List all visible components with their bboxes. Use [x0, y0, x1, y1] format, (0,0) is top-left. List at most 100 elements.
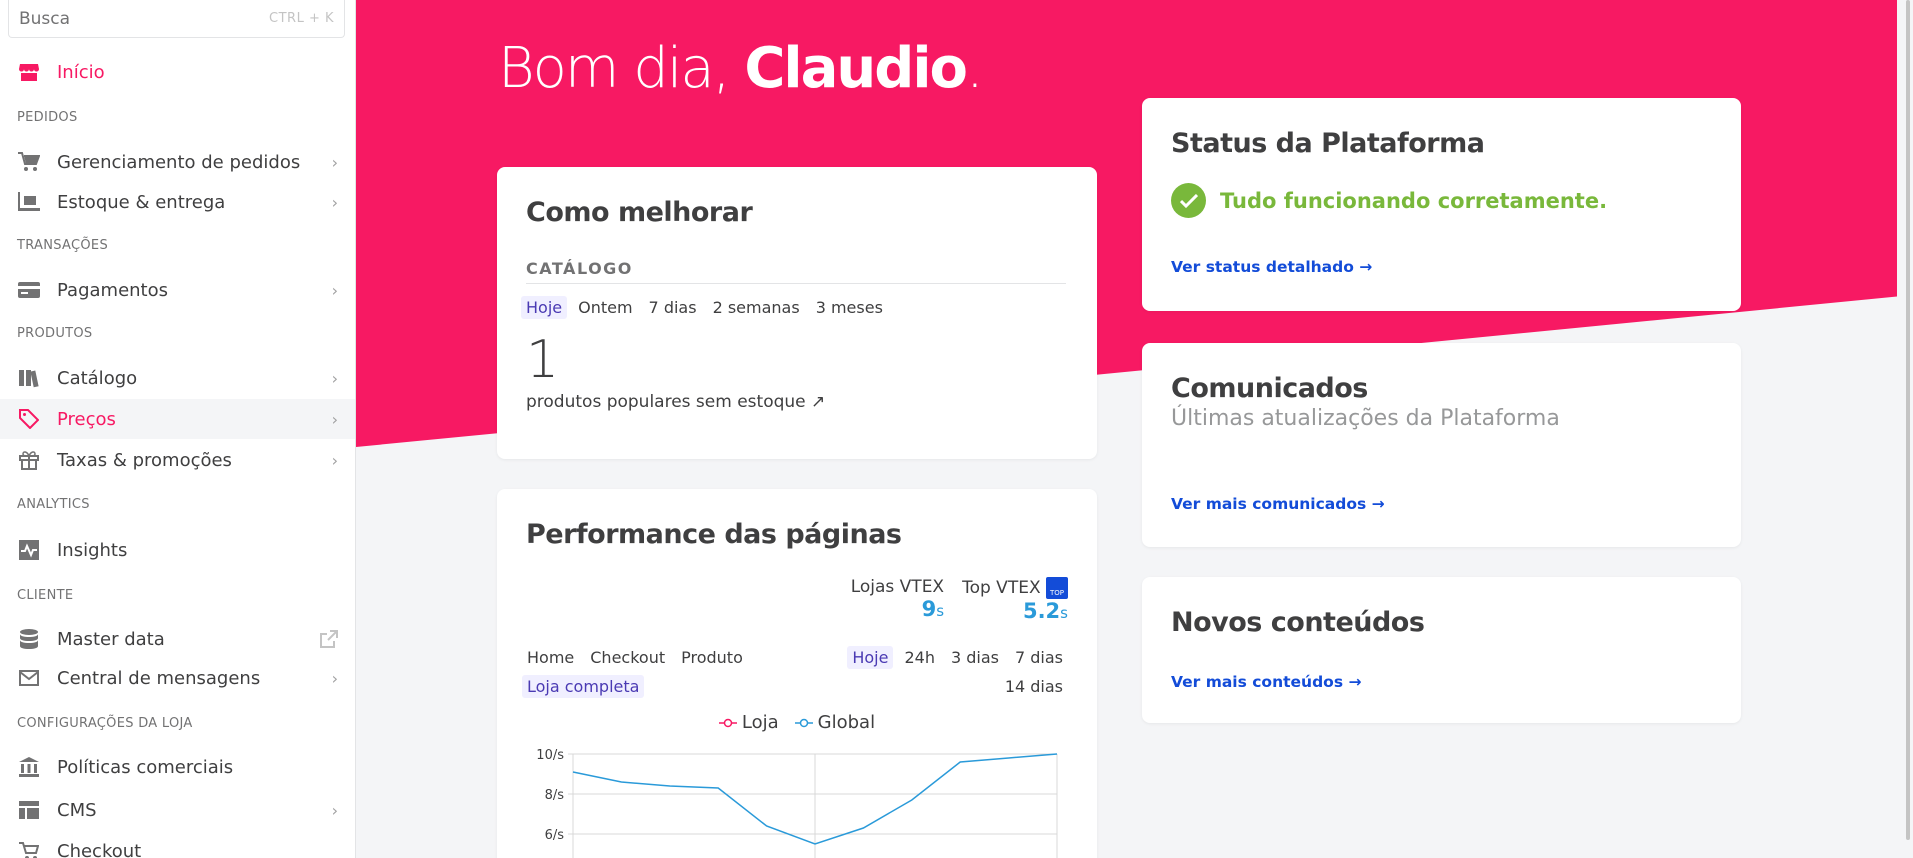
greeting: Bom dia, Claudio. — [498, 36, 984, 101]
bank-icon — [17, 755, 41, 779]
sidebar-item-label: Taxas & promoções — [57, 449, 232, 471]
section-configuracoes: CONFIGURAÇÕES DA LOJA — [17, 716, 193, 731]
sidebar-item-label: Início — [57, 61, 105, 83]
chevron-right-icon: › — [331, 669, 338, 688]
range-tabs: Hoje 24h 3 dias 7 dias 14 dias — [838, 646, 1068, 698]
status-detail-link[interactable]: Ver status detalhado → — [1171, 258, 1372, 276]
tab-page-home[interactable]: Home — [522, 646, 579, 669]
improve-section-label: CATÁLOGO — [526, 259, 1066, 284]
search-placeholder: Busca — [19, 8, 71, 29]
price-tag-icon — [17, 407, 41, 431]
sidebar-item-label: CMS — [57, 799, 97, 821]
section-pedidos: PEDIDOS — [17, 110, 78, 125]
tab-page-produto[interactable]: Produto — [676, 646, 748, 669]
performance-chart: 10/s 8/s 6/s — [536, 749, 1058, 858]
legend-item-loja[interactable]: Loja — [718, 712, 779, 733]
scrollbar-thumb[interactable] — [1906, 0, 1910, 840]
sidebar-item-label: Insights — [57, 539, 128, 561]
news-title: Novos conteúdos — [1171, 607, 1425, 638]
tab-page-loja-completa[interactable]: Loja completa — [522, 675, 645, 698]
layout-icon — [17, 798, 41, 822]
communications-title: Comunicados — [1171, 373, 1368, 404]
search-shortcut: CTRL + K — [269, 11, 334, 26]
forklift-icon — [17, 190, 41, 214]
legend-marker-icon — [794, 718, 813, 727]
sidebar-item-inicio[interactable]: Início — [0, 52, 355, 92]
benchmark-value: 5.2 — [1022, 599, 1061, 623]
tab-range-7-dias[interactable]: 7 dias — [1010, 646, 1068, 669]
sidebar-item-catalogo[interactable]: Catálogo › — [0, 358, 355, 398]
search-input[interactable]: Busca CTRL + K — [8, 0, 345, 38]
sidebar-item-insights[interactable]: Insights — [0, 530, 355, 570]
benchmark-unit: s — [936, 602, 945, 620]
y-tick-label: 10/s — [536, 749, 564, 763]
sidebar-item-label: Central de mensagens — [57, 667, 261, 689]
chevron-right-icon: › — [331, 410, 338, 429]
status-ok: Tudo funcionando corretamente. — [1171, 183, 1712, 218]
communications-more-link[interactable]: Ver mais comunicados → — [1171, 495, 1385, 513]
tab-page-checkout[interactable]: Checkout — [585, 646, 670, 669]
sidebar-item-label: Catálogo — [57, 367, 138, 389]
sidebar-item-label: Estoque & entrega — [57, 191, 226, 213]
out-of-stock-link[interactable]: produtos populares sem estoque ↗ — [526, 392, 825, 412]
checkout-cart-icon — [17, 839, 41, 858]
tab-period-7-dias[interactable]: 7 dias — [644, 296, 702, 319]
sidebar-item-cms[interactable]: CMS › — [0, 790, 355, 830]
y-tick-label: 8/s — [545, 788, 565, 803]
chevron-right-icon: › — [331, 801, 338, 820]
status-title: Status da Plataforma — [1171, 128, 1485, 159]
benchmark-top-vtex: Top VTEX TOP 5.2s — [962, 577, 1068, 623]
sidebar-item-politicas-comerciais[interactable]: Políticas comerciais — [0, 747, 355, 787]
benchmarks: Lojas VTEX 9s Top VTEX TOP 5.2s — [851, 577, 1068, 623]
section-cliente: CLIENTE — [17, 588, 74, 603]
benchmark-value: 9 — [921, 597, 937, 621]
tab-range-3-dias[interactable]: 3 dias — [946, 646, 1004, 669]
news-card: Novos conteúdos Ver mais conteúdos → — [1142, 577, 1741, 723]
page-tabs: Home Checkout Produto Loja completa — [522, 646, 772, 698]
section-analytics: ANALYTICS — [17, 497, 90, 512]
news-more-link[interactable]: Ver mais conteúdos → — [1171, 673, 1361, 691]
sidebar-item-central-mensagens[interactable]: Central de mensagens › — [0, 658, 355, 698]
sidebar-item-gerenciamento-pedidos[interactable]: Gerenciamento de pedidos › — [0, 142, 355, 182]
status-message: Tudo funcionando corretamente. — [1220, 188, 1608, 213]
section-produtos: PRODUTOS — [17, 326, 93, 341]
tab-period-ontem[interactable]: Ontem — [573, 296, 637, 319]
benchmark-label: Lojas VTEX — [850, 577, 945, 597]
tab-period-hoje[interactable]: Hoje — [521, 296, 568, 319]
cart-icon — [17, 150, 41, 174]
chevron-right-icon: › — [331, 153, 338, 172]
benchmark-lojas-vtex: Lojas VTEX 9s — [851, 577, 944, 623]
sidebar-item-pagamentos[interactable]: Pagamentos › — [0, 270, 355, 310]
tab-range-hoje[interactable]: Hoje — [847, 646, 894, 669]
status-card: Status da Plataforma Tudo funcionando co… — [1142, 98, 1741, 311]
check-circle-icon — [1171, 183, 1206, 218]
sidebar-item-estoque-entrega[interactable]: Estoque & entrega › — [0, 182, 355, 222]
catalog-icon — [17, 366, 41, 390]
tab-range-14-dias[interactable]: 14 dias — [1000, 675, 1068, 698]
out-of-stock-count: 1 — [526, 330, 560, 390]
communications-card: Comunicados Últimas atualizações da Plat… — [1142, 343, 1741, 547]
sidebar-item-label: Políticas comerciais — [57, 756, 234, 778]
improve-title: Como melhorar — [526, 197, 753, 228]
legend-label: Loja — [741, 712, 779, 733]
tab-period-2-semanas[interactable]: 2 semanas — [708, 296, 805, 319]
sidebar-item-master-data[interactable]: Master data — [0, 619, 355, 659]
benchmark-unit: s — [1060, 604, 1068, 622]
sidebar: Busca CTRL + K Início PEDIDOS Gerenciame… — [0, 0, 356, 858]
y-tick-label: 6/s — [545, 828, 565, 843]
sidebar-item-label: Preços — [57, 408, 116, 430]
scrollbar[interactable] — [1897, 0, 1913, 858]
credit-card-icon — [17, 278, 41, 302]
benchmark-label: Top VTEX — [962, 578, 1041, 598]
activity-icon — [17, 538, 41, 562]
sidebar-item-taxas-promocoes[interactable]: Taxas & promoções › — [0, 440, 355, 480]
database-icon — [17, 627, 41, 651]
external-link-icon — [320, 630, 338, 652]
sidebar-item-checkout[interactable]: Checkout — [0, 831, 355, 858]
tab-range-24h[interactable]: 24h — [899, 646, 940, 669]
legend-item-global[interactable]: Global — [794, 712, 875, 733]
chevron-right-icon: › — [331, 369, 338, 388]
chevron-right-icon: › — [331, 451, 338, 470]
tab-period-3-meses[interactable]: 3 meses — [811, 296, 888, 319]
sidebar-item-precos[interactable]: Preços › — [0, 399, 355, 439]
